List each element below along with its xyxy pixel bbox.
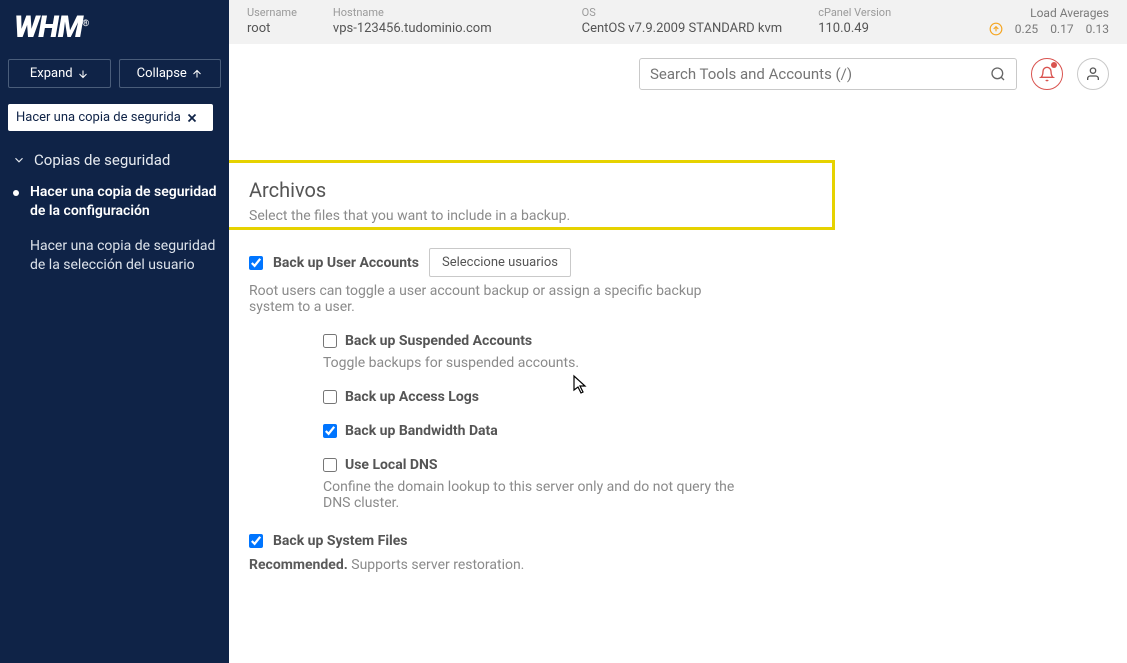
section-description: Select the files that you want to includ… <box>249 208 1107 224</box>
checkbox-access-logs[interactable] <box>323 390 337 404</box>
search-icon[interactable] <box>990 66 1006 82</box>
arrow-up-circle-icon <box>989 22 1003 36</box>
expand-collapse-row: Expand Collapse <box>0 53 229 98</box>
hint-suspended: Toggle backups for suspended accounts. <box>323 355 803 371</box>
topbar-hostname: Hostname vps-123456.tudominio.com <box>333 6 492 36</box>
arrow-up-icon <box>191 68 203 80</box>
bullet-icon <box>12 189 20 197</box>
opt-suspended-accounts: Back up Suspended Accounts <box>323 333 1107 349</box>
notification-dot-icon <box>1051 62 1057 68</box>
user-button[interactable] <box>1077 58 1109 90</box>
topbar-cpanel: cPanel Version 110.0.49 <box>818 6 891 36</box>
label-local-dns: Use Local DNS <box>345 457 438 473</box>
sidebar: WHM® Expand Collapse Hacer una copia de … <box>0 0 229 663</box>
opt-local-dns: Use Local DNS <box>323 457 1107 473</box>
checkbox-suspended-accounts[interactable] <box>323 334 337 348</box>
opt-system-files: Back up System Files <box>249 533 1107 549</box>
label-backup-user-accounts: Back up User Accounts <box>273 255 419 271</box>
sidebar-item-backup-config[interactable]: Hacer una copia de seguridad de la confi… <box>0 177 229 231</box>
expand-button[interactable]: Expand <box>8 59 111 88</box>
opt-access-logs: Back up Access Logs <box>323 389 1107 405</box>
hint-backup-user-accounts: Root users can toggle a user account bac… <box>249 283 729 315</box>
notifications-button[interactable] <box>1031 58 1063 90</box>
topbar: Username root Hostname vps-123456.tudomi… <box>229 0 1127 44</box>
topbar-os: OS CentOS v7.9.2009 STANDARD kvm <box>582 6 783 36</box>
label-suspended-accounts: Back up Suspended Accounts <box>345 333 532 349</box>
checkbox-local-dns[interactable] <box>323 458 337 472</box>
topbar-username: Username root <box>247 6 297 36</box>
label-bandwidth: Back up Bandwidth Data <box>345 423 498 439</box>
opt-backup-user-accounts: Back up User Accounts Seleccione usuario… <box>249 248 1107 277</box>
chevron-down-icon <box>12 153 26 167</box>
search-row <box>229 44 1127 104</box>
search-tag-row: Hacer una copia de segurida <box>0 98 229 137</box>
checkbox-system-files[interactable] <box>249 534 263 548</box>
whm-logo: WHM® <box>0 0 229 53</box>
arrow-down-icon <box>77 68 89 80</box>
sidebar-item-backup-user-selection[interactable]: Hacer una copia de seguridad de la selec… <box>0 231 229 285</box>
bell-icon <box>1039 66 1055 82</box>
sidebar-item-label: Hacer una copia de seguridad de la selec… <box>30 237 217 275</box>
recommended-text: Recommended. Supports server restoration… <box>249 557 1107 573</box>
sidebar-section-header[interactable]: Copias de seguridad <box>0 137 229 177</box>
search-input-wrapper[interactable] <box>639 58 1017 90</box>
topbar-load: Load Averages 0.25 0.17 0.13 <box>989 6 1109 36</box>
sidebar-item-label: Hacer una copia de seguridad de la confi… <box>30 183 217 221</box>
hint-local-dns: Confine the domain lookup to this server… <box>323 479 753 511</box>
checkbox-backup-user-accounts[interactable] <box>249 256 263 270</box>
main: Username root Hostname vps-123456.tudomi… <box>229 0 1127 663</box>
content: 11 Archivos Select the files that you wa… <box>229 104 1127 593</box>
close-icon[interactable] <box>185 111 199 125</box>
select-users-button[interactable]: Seleccione usuarios <box>429 248 571 277</box>
search-tag[interactable]: Hacer una copia de segurida <box>8 104 213 131</box>
label-access-logs: Back up Access Logs <box>345 389 479 405</box>
user-icon <box>1085 66 1101 82</box>
label-system-files: Back up System Files <box>273 533 407 549</box>
search-input[interactable] <box>650 65 990 83</box>
section-title: Archivos <box>249 178 1107 202</box>
collapse-button[interactable]: Collapse <box>119 59 222 88</box>
opt-bandwidth: Back up Bandwidth Data <box>323 423 1107 439</box>
checkbox-bandwidth[interactable] <box>323 424 337 438</box>
